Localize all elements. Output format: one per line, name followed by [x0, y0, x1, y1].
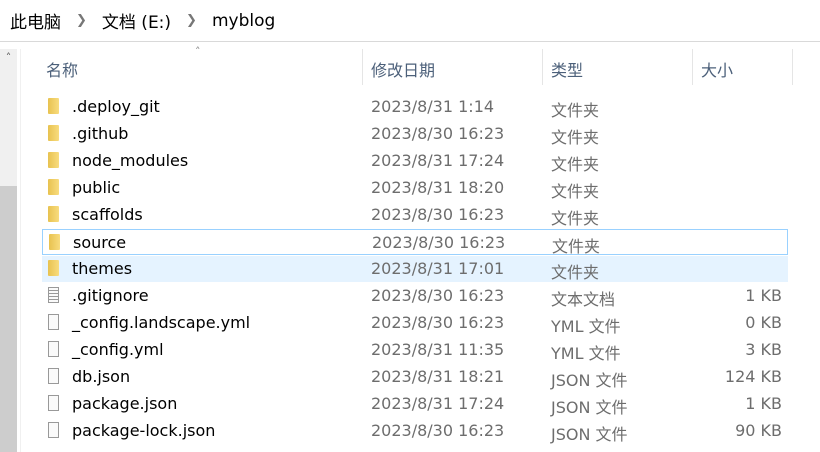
file-date: 2023/8/31 17:24 — [371, 394, 505, 413]
folder-icon — [48, 260, 59, 276]
file-type: 文件夹 — [551, 182, 600, 201]
column-type[interactable]: 类型 — [551, 57, 583, 81]
file-name: .github — [72, 124, 129, 143]
breadcrumb-drive-e[interactable]: 文档 (E:) — [102, 8, 171, 33]
file-icon — [48, 341, 59, 357]
folder-icon — [48, 206, 59, 222]
file-size: 1 KB — [745, 286, 782, 305]
file-date: 2023/8/31 17:01 — [371, 259, 505, 278]
file-date: 2023/8/30 16:23 — [371, 313, 505, 332]
file-name: source — [73, 233, 127, 252]
file-size: 0 KB — [745, 313, 782, 332]
file-name: themes — [72, 259, 133, 278]
file-date: 2023/8/31 1:14 — [371, 97, 495, 116]
file-type: 文件夹 — [551, 263, 600, 282]
file-name: _config.yml — [72, 340, 164, 359]
file-type: YML 文件 — [551, 317, 621, 336]
file-size: 90 KB — [735, 421, 782, 440]
file-name: db.json — [72, 367, 131, 386]
column-date[interactable]: 修改日期 — [371, 57, 435, 81]
file-type: 文件夹 — [552, 237, 601, 256]
breadcrumb-this-pc[interactable]: 此电脑 — [10, 8, 61, 33]
file-name: _config.landscape.yml — [72, 313, 251, 332]
file-name: node_modules — [72, 151, 189, 170]
folder-icon — [48, 98, 59, 114]
file-type: YML 文件 — [551, 344, 621, 363]
column-separator[interactable] — [362, 49, 363, 85]
file-row[interactable]: _config.yml 2023/8/31 11:35 YML 文件 3 KB — [42, 337, 788, 363]
file-type: 文本文档 — [551, 290, 616, 309]
column-separator[interactable] — [792, 49, 793, 85]
file-size: 3 KB — [745, 340, 782, 359]
file-icon — [48, 314, 59, 330]
file-row[interactable]: node_modules 2023/8/31 17:24 文件夹 — [42, 148, 788, 174]
vertical-scrollbar[interactable]: ˄ — [0, 49, 17, 452]
file-name: package.json — [72, 394, 178, 413]
file-row[interactable]: .gitignore 2023/8/30 16:23 文本文档 1 KB — [42, 283, 788, 309]
file-name: .deploy_git — [72, 97, 160, 116]
text-file-icon — [48, 287, 59, 303]
file-date: 2023/8/31 17:24 — [371, 151, 505, 170]
file-icon — [48, 422, 59, 438]
file-row[interactable]: .github 2023/8/30 16:23 文件夹 — [42, 121, 788, 147]
file-date: 2023/8/30 16:23 — [371, 286, 505, 305]
file-date: 2023/8/31 18:20 — [371, 178, 505, 197]
file-type: 文件夹 — [551, 155, 600, 174]
file-type: JSON 文件 — [551, 371, 628, 390]
file-row[interactable]: db.json 2023/8/31 18:21 JSON 文件 124 KB — [42, 364, 788, 390]
file-name: .gitignore — [72, 286, 149, 305]
sort-ascending-icon: ˄ — [195, 45, 201, 58]
file-date: 2023/8/30 16:23 — [371, 421, 505, 440]
file-size: 124 KB — [724, 367, 782, 386]
file-type: JSON 文件 — [551, 425, 628, 444]
file-row[interactable]: public 2023/8/31 18:20 文件夹 — [42, 175, 788, 201]
file-name: scaffolds — [72, 205, 143, 224]
folder-icon — [48, 152, 59, 168]
chevron-right-icon[interactable]: ❯ — [76, 13, 87, 28]
scrollbar-thumb[interactable] — [0, 186, 17, 452]
divider — [20, 49, 21, 452]
file-date: 2023/8/30 16:23 — [372, 233, 506, 252]
file-date: 2023/8/31 18:21 — [371, 367, 505, 386]
breadcrumb-myblog[interactable]: myblog — [212, 11, 275, 31]
file-row[interactable]: scaffolds 2023/8/30 16:23 文件夹 — [42, 202, 788, 228]
column-name[interactable]: 名称 — [46, 57, 78, 81]
file-type: 文件夹 — [551, 209, 600, 228]
file-row[interactable]: source 2023/8/30 16:23 文件夹 — [42, 229, 788, 256]
file-icon — [48, 368, 59, 384]
chevron-right-icon[interactable]: ❯ — [186, 13, 197, 28]
file-row[interactable]: _config.landscape.yml 2023/8/30 16:23 YM… — [42, 310, 788, 336]
column-separator[interactable] — [542, 49, 543, 85]
file-date: 2023/8/31 11:35 — [371, 340, 505, 359]
column-header: ˄ 名称 修改日期 类型 大小 — [0, 45, 820, 85]
file-icon — [48, 395, 59, 411]
file-size: 1 KB — [745, 394, 782, 413]
file-type: 文件夹 — [551, 128, 600, 147]
file-date: 2023/8/30 16:23 — [371, 205, 505, 224]
file-type: JSON 文件 — [551, 398, 628, 417]
file-name: public — [72, 178, 121, 197]
file-row[interactable]: package-lock.json 2023/8/30 16:23 JSON 文… — [42, 418, 788, 444]
breadcrumb: 此电脑 ❯ 文档 (E:) ❯ myblog — [0, 0, 820, 42]
column-size[interactable]: 大小 — [701, 57, 733, 81]
column-separator[interactable] — [692, 49, 693, 85]
file-date: 2023/8/30 16:23 — [371, 124, 505, 143]
file-row[interactable]: themes 2023/8/31 17:01 文件夹 — [42, 256, 788, 282]
file-row[interactable]: .deploy_git 2023/8/31 1:14 文件夹 — [42, 94, 788, 120]
file-row[interactable]: package.json 2023/8/31 17:24 JSON 文件 1 K… — [42, 391, 788, 417]
folder-icon — [49, 234, 60, 250]
file-name: package-lock.json — [72, 421, 216, 440]
file-type: 文件夹 — [551, 101, 600, 120]
folder-icon — [48, 125, 59, 141]
folder-icon — [48, 179, 59, 195]
